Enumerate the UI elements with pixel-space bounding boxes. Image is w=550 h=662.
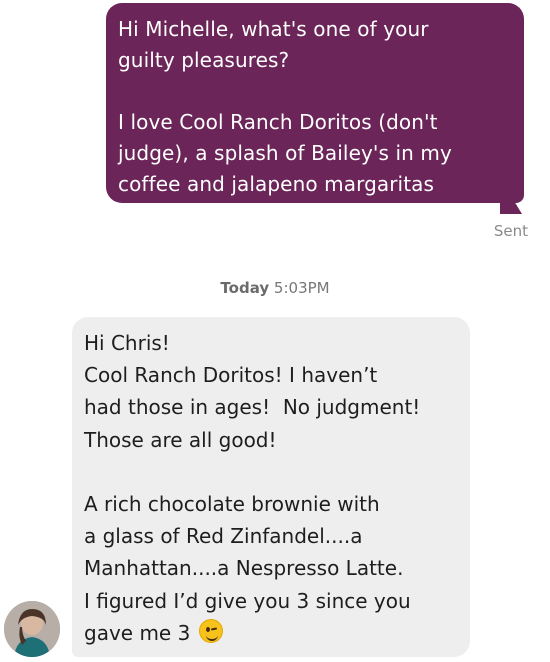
avatar-photo-icon: [4, 601, 60, 657]
contact-avatar[interactable]: [4, 601, 60, 657]
timestamp-time: 5:03PM: [273, 279, 330, 297]
received-message-bubble[interactable]: Hi Chris! Cool Ranch Doritos! I haven’t …: [72, 317, 470, 657]
sent-message-bubble[interactable]: Hi Michelle, what's one of your guilty p…: [106, 3, 524, 203]
timestamp-day: Today: [220, 279, 270, 297]
received-message-text: Hi Chris! Cool Ranch Doritos! I haven’t …: [84, 331, 421, 645]
message-status-label: Sent: [493, 222, 528, 240]
message-timestamp: Today 5:03PM: [0, 279, 550, 297]
winking-face-emoji-icon: [198, 618, 223, 643]
